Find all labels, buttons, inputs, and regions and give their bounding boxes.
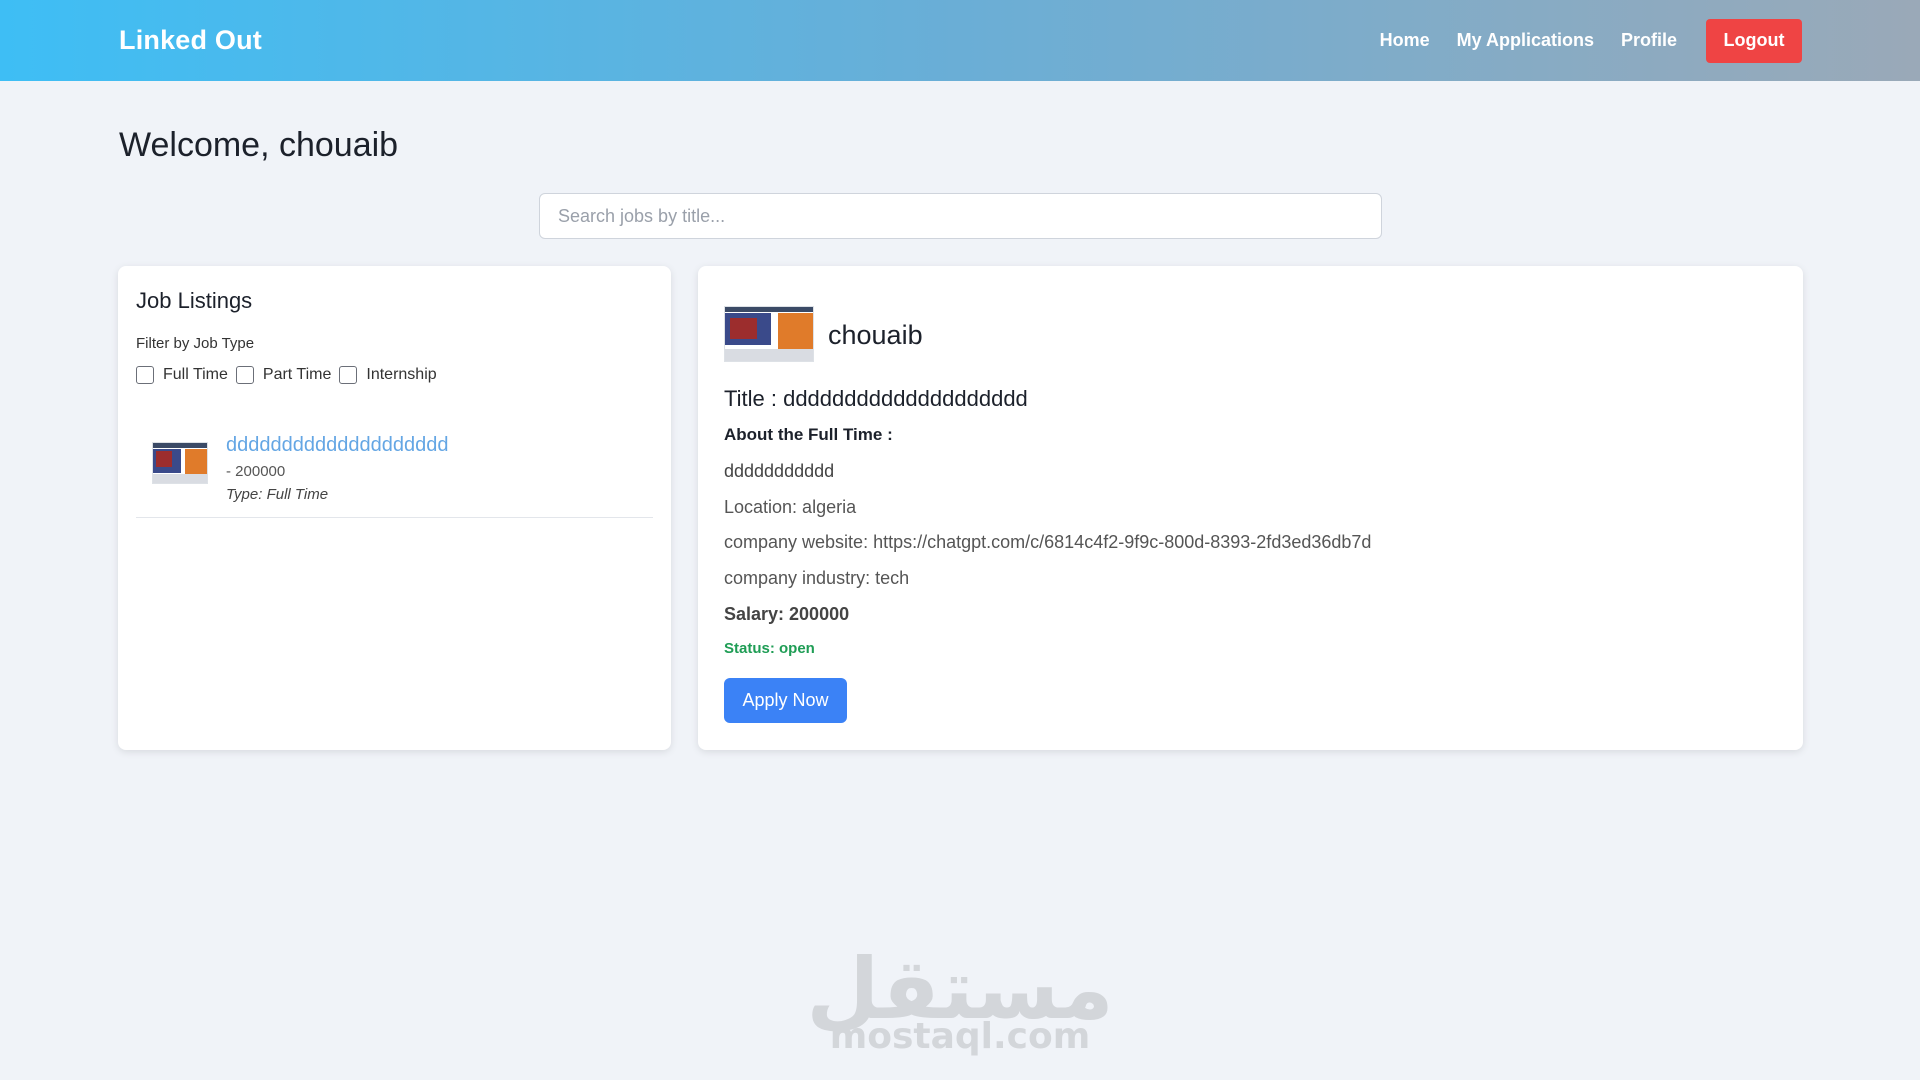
top-navbar: Linked Out Home My Applications Profile … bbox=[0, 0, 1920, 81]
filter-full-time[interactable]: Full Time bbox=[136, 366, 228, 384]
job-salary: Salary: 200000 bbox=[724, 604, 850, 624]
job-description: ddddddddddd bbox=[724, 461, 835, 481]
filter-part-time[interactable]: Part Time bbox=[235, 366, 332, 384]
job-listings-heading: Job Listings bbox=[136, 288, 253, 313]
nav-home-link[interactable]: Home bbox=[1380, 30, 1430, 51]
part-time-checkbox[interactable] bbox=[235, 366, 254, 384]
company-name: chouaib bbox=[828, 320, 923, 350]
company-website: company website: https://chatgpt.com/c/6… bbox=[724, 532, 1372, 552]
nav-my-applications-link[interactable]: My Applications bbox=[1457, 30, 1594, 51]
filter-internship[interactable]: Internship bbox=[339, 366, 437, 384]
job-list-item[interactable]: dddddddddddddddddddd - 200000 Type: Full… bbox=[136, 414, 653, 518]
watermark-latin: mostaql.com bbox=[829, 1016, 1091, 1057]
nav-profile-link[interactable]: Profile bbox=[1621, 30, 1677, 51]
job-type-filters: Full Time Part Time Internship bbox=[136, 366, 445, 384]
company-industry: company industry: tech bbox=[724, 568, 910, 588]
job-title: Title : dddddddddddddddddddd bbox=[724, 386, 1028, 411]
filter-internship-label: Internship bbox=[366, 366, 437, 383]
filter-part-time-label: Part Time bbox=[262, 366, 332, 383]
search-jobs-input[interactable] bbox=[539, 193, 1382, 239]
job-list-item-title[interactable]: dddddddddddddddddddd bbox=[226, 434, 448, 457]
about-heading: About the Full Time : bbox=[724, 425, 893, 444]
nav-links: Home My Applications Profile Logout bbox=[1353, 18, 1802, 63]
company-logo-thumbnail bbox=[152, 442, 208, 484]
job-location: Location: algeria bbox=[724, 497, 857, 517]
welcome-heading: Welcome, chouaib bbox=[119, 126, 399, 164]
company-logo bbox=[724, 306, 814, 362]
full-time-checkbox[interactable] bbox=[136, 366, 154, 384]
brand-logo[interactable]: Linked Out bbox=[119, 25, 262, 56]
job-list-item-type: Type: Full Time bbox=[226, 486, 329, 503]
filter-full-time-label: Full Time bbox=[163, 366, 228, 383]
internship-checkbox[interactable] bbox=[339, 366, 358, 384]
logout-button[interactable]: Logout bbox=[1706, 18, 1802, 63]
job-list-item-salary: - 200000 bbox=[226, 463, 286, 480]
status-badge: Status: open bbox=[724, 640, 815, 657]
apply-now-button[interactable]: Apply Now bbox=[724, 678, 847, 723]
job-detail-panel: chouaib Title : dddddddddddddddddddd Abo… bbox=[698, 266, 1803, 750]
filter-label: Filter by Job Type bbox=[136, 335, 255, 352]
job-listings-panel: Job Listings Filter by Job Type Full Tim… bbox=[118, 266, 671, 750]
